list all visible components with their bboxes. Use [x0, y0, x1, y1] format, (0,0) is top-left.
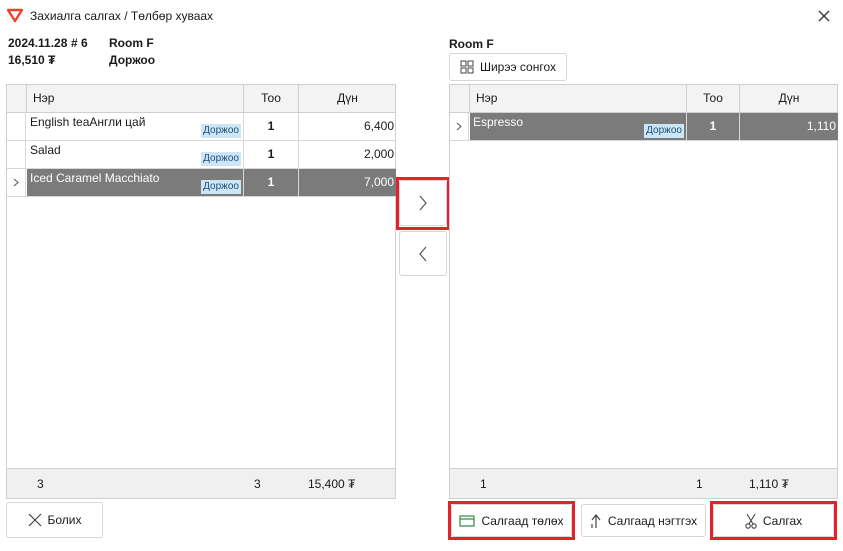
split-and-merge-button[interactable]: Салгаад нэгтгэх	[581, 504, 706, 537]
column-header-name[interactable]: Нэр	[470, 85, 687, 112]
item-amount: 6,400	[363, 119, 394, 133]
target-room: Room F	[449, 37, 494, 51]
column-header-amount[interactable]: Дүн	[299, 85, 396, 112]
chevron-right-icon	[419, 195, 427, 211]
item-qty: 1	[244, 113, 299, 140]
item-name: Espresso	[473, 115, 524, 129]
move-right-button[interactable]	[399, 180, 447, 226]
choose-table-label: Ширээ сонгох	[479, 60, 557, 74]
order-date: 2024.11.28	[8, 36, 68, 50]
order-number: # 6	[71, 36, 88, 50]
grid-icon	[460, 60, 474, 74]
item-amount: 1,110	[740, 113, 838, 140]
item-amount: 7,000	[299, 169, 396, 196]
order-waiter: Доржоо	[109, 53, 156, 67]
chevron-left-icon	[419, 246, 427, 261]
split-label: Салгах	[762, 513, 803, 528]
split-button[interactable]: Салгах	[713, 504, 834, 537]
item-name: Iced Caramel Macchiato	[30, 171, 160, 185]
grid-header: Нэр Тоо Дүн	[450, 85, 837, 113]
waiter-badge: Доржоо	[201, 180, 241, 194]
cancel-button[interactable]: Болих	[6, 502, 103, 538]
table-row[interactable]: English teaАнгли цай Доржоо 1 6,400	[7, 113, 395, 141]
order-room: Room F	[109, 36, 154, 50]
column-header-qty[interactable]: Тоо	[687, 85, 740, 112]
footer-count: 3	[37, 477, 44, 491]
item-name: Salad	[30, 143, 61, 157]
split-and-pay-button[interactable]: Салгаад төлөх	[451, 504, 572, 537]
waiter-badge: Доржоо	[201, 152, 241, 166]
item-amount: 2,000	[363, 147, 394, 161]
item-name: English teaАнгли цай	[30, 115, 146, 129]
footer-qty: 1	[696, 477, 703, 491]
window-title: Захиалга салгах / Төлбөр хуваах	[30, 9, 214, 23]
merge-icon	[590, 513, 602, 529]
table-row[interactable]: Salad Доржоо 1 2,000	[7, 141, 395, 169]
target-order-grid: Нэр Тоо Дүн Espresso Доржоо 1 1,110 1 1 …	[449, 84, 838, 499]
grid-footer: 3 3 15,400 ₮	[7, 468, 395, 498]
grid-header: Нэр Тоо Дүн	[7, 85, 395, 113]
row-indicator	[7, 113, 26, 140]
row-pointer-icon	[456, 122, 462, 131]
choose-table-button[interactable]: Ширээ сонгох	[449, 53, 567, 81]
close-icon	[818, 10, 830, 22]
table-row-selected[interactable]: Iced Caramel Macchiato Доржоо 1 7,000	[7, 169, 396, 197]
split-and-merge-label: Салгаад нэгтгэх	[607, 513, 698, 528]
close-icon	[28, 513, 42, 527]
title-bar: Захиалга салгах / Төлбөр хуваах	[0, 0, 843, 32]
item-qty: 1	[244, 141, 299, 168]
split-and-pay-label: Салгаад төлөх	[481, 513, 564, 528]
order-total: 16,510 ₮	[8, 53, 56, 67]
move-left-button[interactable]	[399, 231, 447, 276]
column-header-amount[interactable]: Дүн	[740, 85, 838, 112]
row-indicator	[7, 141, 26, 168]
close-button[interactable]	[812, 4, 836, 28]
row-indicator	[7, 169, 26, 196]
grid-footer: 1 1 1,110 ₮	[450, 468, 837, 498]
cancel-label: Болих	[47, 513, 82, 527]
item-qty: 1	[687, 113, 740, 140]
card-icon	[459, 514, 476, 527]
row-indicator	[450, 113, 469, 140]
scissors-icon	[745, 513, 757, 529]
item-qty: 1	[244, 169, 299, 196]
column-header-name[interactable]: Нэр	[27, 85, 244, 112]
table-row-selected[interactable]: Espresso Доржоо 1 1,110	[450, 113, 838, 141]
app-logo-icon	[6, 7, 24, 23]
source-order-grid: Нэр Тоо Дүн English teaАнгли цай Доржоо …	[6, 84, 396, 499]
row-pointer-icon	[13, 178, 19, 187]
waiter-badge: Доржоо	[644, 124, 684, 138]
footer-count: 1	[480, 477, 487, 491]
footer-amount: 1,110 ₮	[749, 477, 789, 491]
footer-amount: 15,400 ₮	[308, 477, 356, 491]
column-header-qty[interactable]: Тоо	[244, 85, 299, 112]
waiter-badge: Доржоо	[201, 124, 241, 138]
footer-qty: 3	[254, 477, 261, 491]
